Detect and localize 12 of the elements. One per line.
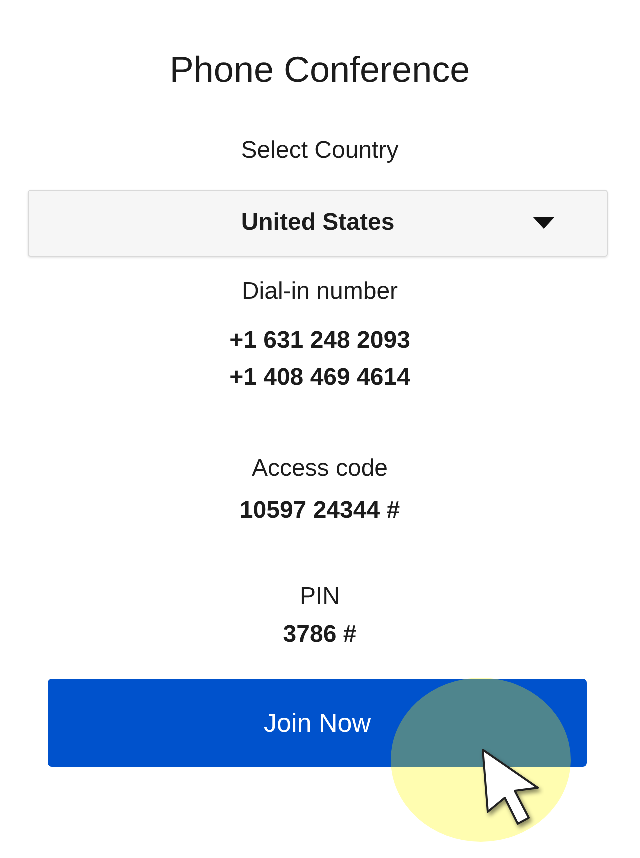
phone-number: +1 408 469 4614 [228,362,412,393]
access-code-label: Access code [250,454,390,484]
phone-number: +1 631 248 2093 [228,326,412,356]
access-code-value: 10597 24344 # [238,496,402,526]
caret-down-icon [533,216,555,229]
pin-label: PIN [298,582,341,612]
select-country-label: Select Country [240,137,400,166]
pin-value: 3786 # [282,620,358,650]
dial-in-label: Dial-in number [240,278,400,307]
country-dropdown[interactable]: United States [28,190,608,257]
page-title: Phone Conference [168,48,472,92]
join-now-button[interactable]: Join Now [48,679,587,768]
